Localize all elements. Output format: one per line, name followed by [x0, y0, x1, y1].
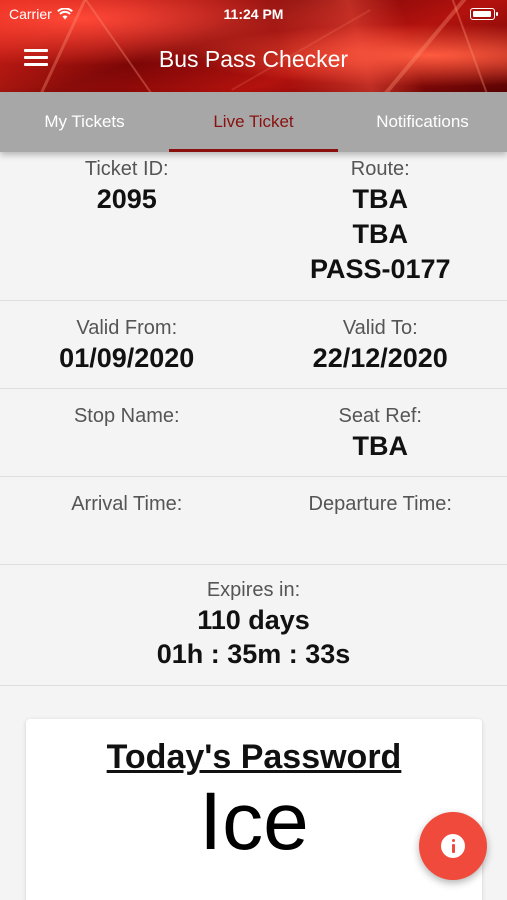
route-cell: Route: TBA TBA PASS-0177 — [254, 152, 507, 300]
battery-icon — [470, 8, 498, 20]
password-card: Today's Password Ice — [26, 719, 482, 900]
seat-ref-cell: Seat Ref: TBA — [254, 389, 507, 476]
status-bar: Carrier 11:24 PM — [0, 0, 507, 28]
seat-ref-value: TBA — [352, 431, 409, 461]
route-line-2: TBA — [352, 219, 409, 249]
expires-days: 110 days — [197, 605, 310, 635]
tab-live-ticket[interactable]: Live Ticket — [169, 92, 338, 152]
route-line-3: PASS-0177 — [309, 254, 451, 284]
seat-ref-label: Seat Ref: — [338, 405, 422, 427]
valid-to-value: 22/12/2020 — [312, 343, 448, 373]
arrival-time-label: Arrival Time: — [71, 493, 183, 515]
status-time: 11:24 PM — [223, 6, 284, 22]
ticket-route-row: Ticket ID: 2095 Route: TBA TBA PASS-0177 — [0, 152, 507, 301]
expires-countdown: 01h : 35m : 33s — [156, 639, 351, 669]
ticket-id-value: 2095 — [96, 184, 157, 214]
times-row: Arrival Time: Departure Time: — [0, 477, 507, 565]
tab-notifications[interactable]: Notifications — [338, 92, 507, 152]
app-header: Carrier 11:24 PM Bus Pass Checker — [0, 0, 507, 92]
valid-to-label: Valid To: — [342, 317, 418, 339]
ticket-id-label: Ticket ID: — [84, 158, 169, 180]
tab-my-tickets[interactable]: My Tickets — [0, 92, 169, 152]
info-icon — [441, 834, 465, 858]
password-value: Ice — [199, 776, 309, 867]
arrival-time-cell: Arrival Time: — [0, 477, 254, 564]
expires-label: Expires in: — [206, 579, 301, 601]
route-line-1: TBA — [352, 184, 409, 214]
app-title: Bus Pass Checker — [158, 46, 349, 72]
departure-time-label: Departure Time: — [308, 493, 452, 515]
info-button[interactable] — [419, 812, 487, 880]
valid-to-cell: Valid To: 22/12/2020 — [254, 301, 507, 388]
ticket-id-cell: Ticket ID: 2095 — [0, 152, 254, 300]
stop-name-cell: Stop Name: — [0, 389, 254, 476]
password-card-title: Today's Password — [106, 738, 402, 776]
stop-seat-row: Stop Name: Seat Ref: TBA — [0, 389, 507, 477]
valid-from-label: Valid From: — [76, 317, 178, 339]
departure-time-cell: Departure Time: — [254, 477, 507, 564]
route-label: Route: — [350, 158, 410, 180]
validity-row: Valid From: 01/09/2020 Valid To: 22/12/2… — [0, 301, 507, 389]
valid-from-value: 01/09/2020 — [59, 343, 195, 373]
valid-from-cell: Valid From: 01/09/2020 — [0, 301, 254, 388]
tab-bar: My Tickets Live Ticket Notifications — [0, 92, 507, 152]
expiry-section: Expires in: 110 days 01h : 35m : 33s — [0, 565, 507, 686]
stop-name-label: Stop Name: — [73, 405, 180, 427]
